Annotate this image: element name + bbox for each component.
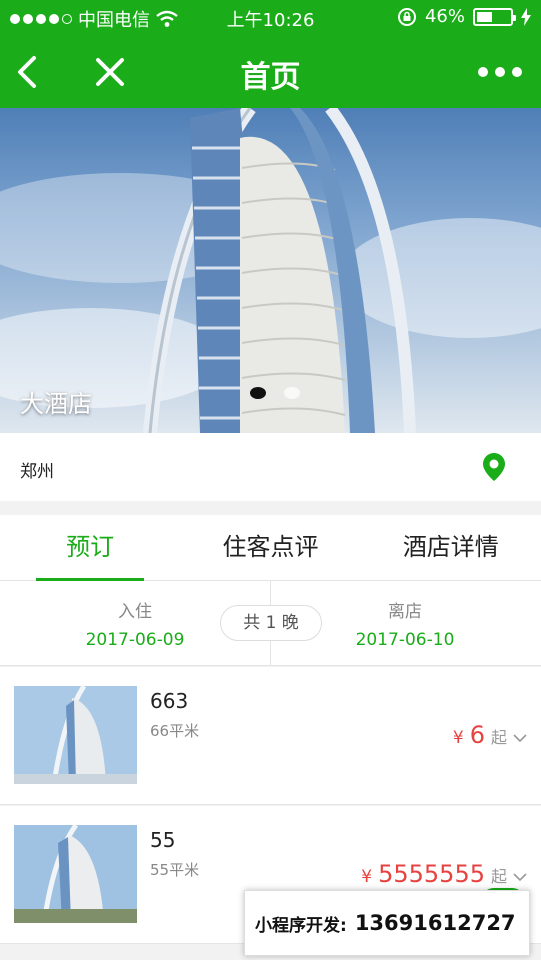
hotel-name: 大酒店 (20, 390, 92, 418)
date-selector: 入住 2017-06-09 离店 2017-06-10 共 1 晚 (0, 581, 541, 666)
battery-percent: 46% (424, 6, 465, 27)
status-bar: 中国电信 上午10:26 46% (0, 0, 541, 36)
tab-booking[interactable]: 预订 (0, 515, 180, 581)
charging-icon (521, 7, 531, 26)
nav-bar: 首页 (0, 36, 541, 108)
battery-icon (473, 7, 516, 26)
carousel-dot[interactable] (284, 387, 300, 399)
room-price[interactable]: ¥ 5555555 起 (361, 860, 527, 888)
more-icon (478, 67, 522, 77)
nights-badge: 共 1 晚 (220, 605, 322, 641)
room-name: 663 (150, 689, 189, 713)
price-currency: ¥ (361, 867, 373, 887)
tab-bar: 预订 住客点评 酒店详情 (0, 515, 541, 581)
room-price[interactable]: ¥ 6 起 (453, 721, 527, 749)
promo-banner: 小程序开发: 13691612727 (244, 890, 530, 956)
room-name: 55 (150, 828, 176, 852)
room-area: 55平米 (150, 861, 200, 879)
more-button[interactable] (475, 50, 525, 94)
room-thumbnail (14, 825, 137, 923)
price-amount: 5555555 (378, 860, 485, 888)
room-item[interactable]: 663 66平米 ¥ 6 起 (0, 667, 541, 805)
promo-label: 小程序开发: (255, 915, 347, 936)
hero-banner[interactable]: 大酒店 (0, 108, 541, 433)
carousel-indicators (250, 387, 300, 399)
chevron-down-icon (513, 734, 527, 743)
promo-phone: 13691612727 (354, 911, 516, 935)
price-suffix: 起 (490, 867, 507, 886)
location-pin-icon[interactable] (483, 453, 505, 481)
page-title: 首页 (240, 60, 301, 95)
price-suffix: 起 (490, 728, 507, 747)
room-thumbnail (14, 686, 137, 784)
tab-reviews[interactable]: 住客点评 (180, 515, 360, 580)
chevron-down-icon (513, 873, 527, 882)
rotation-lock-icon (397, 7, 416, 26)
room-area: 66平米 (150, 722, 200, 740)
location-city: 郑州 (20, 462, 54, 482)
carousel-dot[interactable] (250, 387, 266, 399)
location-row[interactable]: 郑州 (0, 433, 541, 501)
price-amount: 6 (469, 721, 485, 749)
tab-hotel-details[interactable]: 酒店详情 (361, 515, 541, 580)
status-right: 46% (397, 6, 531, 27)
price-currency: ¥ (452, 728, 464, 748)
